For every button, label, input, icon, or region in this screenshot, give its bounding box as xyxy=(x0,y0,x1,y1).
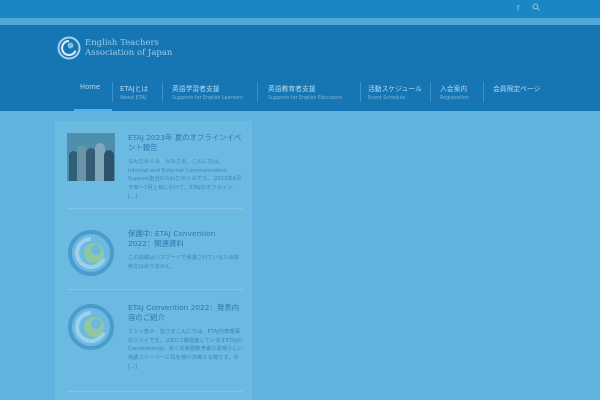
nav-separator xyxy=(430,82,431,102)
search-icon[interactable] xyxy=(530,3,542,15)
nav-members[interactable]: 会員限定ページ xyxy=(493,81,540,111)
post-list: ETAJ 2023年 夏のオフラインイベント報告 なわだめぐみ みなさま、こんに… xyxy=(55,121,252,400)
nav-sublabel: Registration xyxy=(440,96,469,101)
post-divider xyxy=(67,208,243,209)
nav-educators[interactable]: 英語教育者支援 Supports for English Educators xyxy=(268,81,342,111)
nav-separator xyxy=(257,82,258,102)
nav-about[interactable]: ETAJとは About ETAJ xyxy=(120,81,148,111)
post-excerpt: この投稿はパスワードで保護されているため抜粋文はありません。 xyxy=(128,255,240,270)
nav-registration[interactable]: 入会案内 Registration xyxy=(440,81,469,111)
nav-separator xyxy=(483,82,484,102)
site-logo[interactable]: English Teachers Association of Japan xyxy=(57,36,172,60)
nav-separator xyxy=(112,82,113,102)
logo-line-2: Association of Japan xyxy=(85,48,173,58)
nav-learners[interactable]: 英語学習者支援 Supports for English Learners xyxy=(172,81,243,111)
logo-emblem-icon xyxy=(68,230,114,276)
nav-label: 活動スケジュール xyxy=(368,85,422,93)
post-item: ETAJ 2023年 夏のオフラインイベント報告 なわだめぐみ みなさま、こんに… xyxy=(67,133,243,203)
nav-sublabel: Supports for English Educators xyxy=(268,96,342,101)
nav-sublabel: About ETAJ xyxy=(120,96,146,101)
facebook-icon[interactable]: f xyxy=(512,3,524,15)
nav-label: Home xyxy=(80,83,101,91)
header-strip xyxy=(0,18,600,25)
logo-emblem-icon xyxy=(57,36,81,60)
nav-label: 会員限定ページ xyxy=(493,85,541,93)
post-title-link[interactable]: 保護中: ETAJ Convention 2022：関連資料 xyxy=(128,229,243,249)
post-title-link[interactable]: ETAJ Convention 2022：発表内容のご紹介 xyxy=(128,303,243,323)
post-divider xyxy=(67,289,243,290)
post-excerpt: なわだめぐみ みなさま、こんにちは。Internal and External … xyxy=(128,159,242,200)
nav-schedule[interactable]: 活動スケジュール Event Schedule xyxy=(368,81,422,111)
post-thumbnail-photo[interactable] xyxy=(67,133,115,181)
post-item: ETAJ Convention 2022：発表内容のご紹介 ミツイ直子 皆さまこ… xyxy=(67,303,243,383)
post-thumbnail-logo[interactable] xyxy=(67,229,115,277)
post-thumbnail-logo[interactable] xyxy=(67,303,115,351)
nav-sublabel: Event Schedule xyxy=(368,96,406,101)
nav-label: 英語学習者支援 xyxy=(172,85,220,93)
post-divider xyxy=(67,391,243,392)
nav-sublabel: Supports for English Learners xyxy=(172,96,243,101)
post-excerpt: ミツイ直子 皆さまこんにちは。ETAJ代表理事のミツイです。 2年に1度開催して… xyxy=(128,329,243,370)
nav-label: 入会案内 xyxy=(440,85,468,93)
nav-label: ETAJとは xyxy=(120,85,149,93)
post-item: 保護中: ETAJ Convention 2022：関連資料 この投稿はパスワー… xyxy=(67,229,243,281)
post-title-link[interactable]: ETAJ 2023年 夏のオフラインイベント報告 xyxy=(128,133,243,153)
nav-home[interactable]: Home xyxy=(74,81,112,111)
site-header: English Teachers Association of Japan Ho… xyxy=(0,25,600,111)
nav-label: 英語教育者支援 xyxy=(268,85,316,93)
logo-emblem-icon xyxy=(68,304,114,350)
top-bar: f xyxy=(0,0,600,18)
nav-separator xyxy=(360,82,361,102)
logo-line-1: English Teachers xyxy=(85,38,159,48)
nav-separator xyxy=(162,82,163,102)
